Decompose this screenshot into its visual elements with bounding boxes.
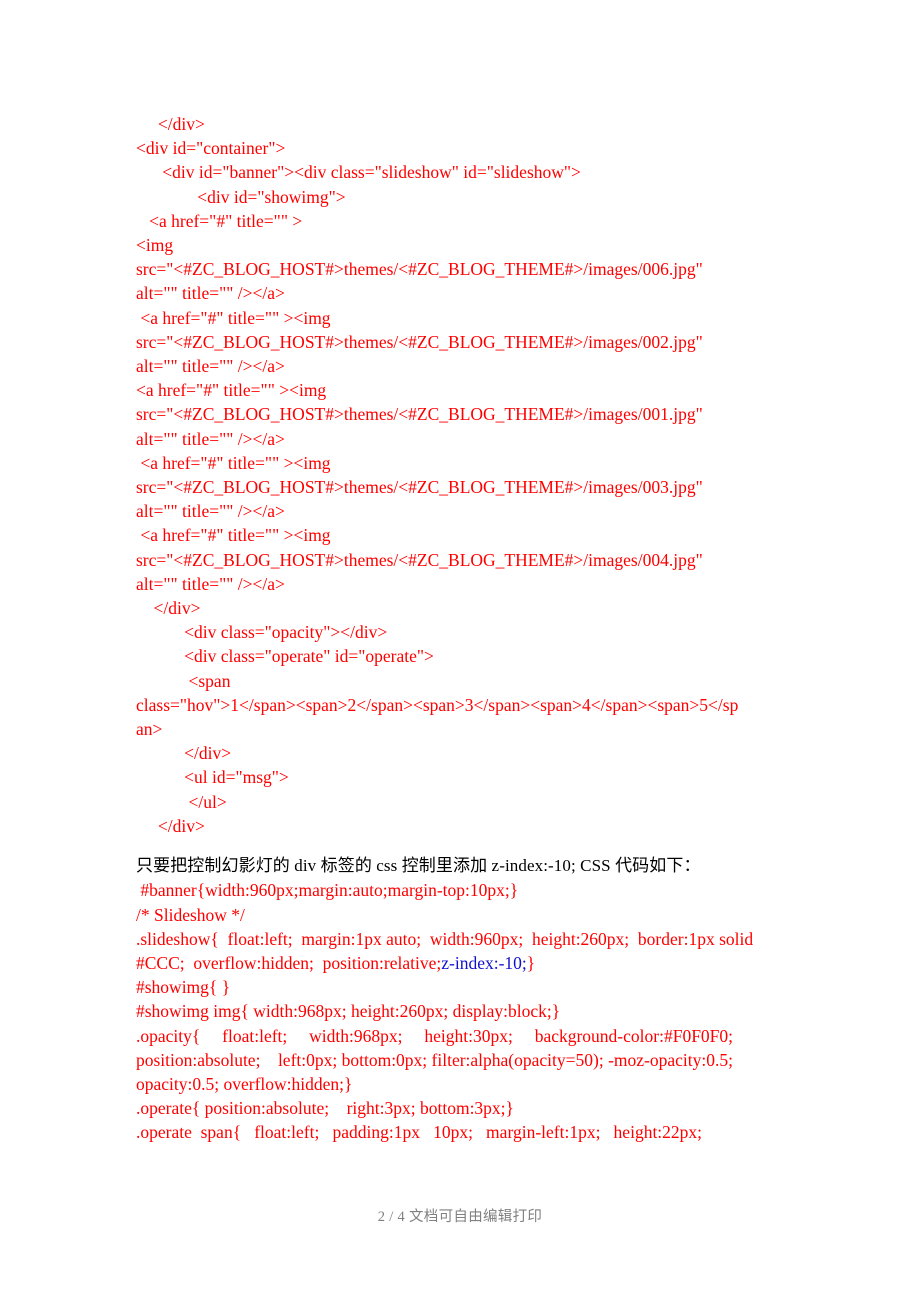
code-line: <div id="container">: [136, 138, 286, 159]
document-body: </div> <div id="container"> <div id="ban…: [136, 112, 784, 1145]
code-line: <a href="#" title="" ><img: [136, 307, 331, 328]
css-line-opacity-3: opacity:0.5; overflow:hidden;}: [136, 1073, 353, 1094]
css-line-operate: .operate{ position:absolute; right:3px; …: [136, 1098, 514, 1119]
code-line: </div>: [136, 743, 232, 764]
code-line: src="<#ZC_BLOG_HOST#>themes/<#ZC_BLOG_TH…: [136, 331, 703, 352]
code-line: alt="" title="" /></a>: [136, 501, 285, 522]
code-block-css: #banner{width:960px;margin:auto;margin-t…: [136, 878, 784, 1144]
page-footer: 2 / 4 文档可自由编辑打印: [377, 1209, 543, 1225]
code-line: </div>: [136, 114, 205, 134]
code-line: <a href="#" title="" ><img: [136, 380, 327, 401]
css-text-tail: }: [526, 952, 536, 973]
code-line: class="hov">1</span><span>2</span><span>…: [136, 694, 739, 715]
code-line: alt="" title="" /></a>: [136, 283, 285, 304]
code-line: src="<#ZC_BLOG_HOST#>themes/<#ZC_BLOG_TH…: [136, 477, 703, 498]
code-block-html: </div> <div id="container"> <div id="ban…: [136, 112, 784, 838]
code-line: alt="" title="" /></a>: [136, 428, 285, 449]
css-text: #CCC; overflow:hidden; position:relative…: [136, 952, 442, 973]
code-line: <a href="#" title="" >: [136, 210, 303, 231]
code-line: <span: [136, 670, 231, 691]
code-line: <div id="banner"><div class="slideshow" …: [136, 162, 581, 183]
code-line: an>: [136, 719, 163, 740]
code-line: </div>: [136, 598, 201, 619]
css-line-showimg: #showimg{ }: [136, 977, 231, 998]
css-line-slideshow-2: #CCC; overflow:hidden; position:relative…: [136, 951, 784, 975]
code-line: </div>: [136, 815, 205, 836]
code-line: <div class="opacity"></div>: [136, 622, 388, 643]
css-line-operate-span: .operate span{ float:left; padding:1px 1…: [136, 1122, 703, 1143]
code-line: src="<#ZC_BLOG_HOST#>themes/<#ZC_BLOG_TH…: [136, 259, 703, 280]
code-line: alt="" title="" /></a>: [136, 573, 285, 594]
css-line-comment: /* Slideshow */: [136, 904, 245, 925]
paragraph-text: 只要把控制幻影灯的 div 标签的 css 控制里添加 z-index:-10;…: [136, 856, 701, 876]
css-line-slideshow-1: .slideshow{ float:left; margin:1px auto;…: [136, 928, 754, 949]
code-line: <a href="#" title="" ><img: [136, 452, 331, 473]
code-line: <div id="showimg">: [136, 186, 346, 207]
code-line: </ul>: [136, 791, 227, 812]
css-line-showimg-img: #showimg img{ width:968px; height:260px;…: [136, 1001, 561, 1022]
code-line: <img: [136, 235, 174, 256]
css-line-opacity-2: position:absolute; left:0px; bottom:0px;…: [136, 1049, 733, 1070]
code-line: <ul id="msg">: [136, 767, 289, 788]
code-line: alt="" title="" /></a>: [136, 356, 285, 377]
css-zindex-highlight: z-index:-10;: [441, 952, 527, 973]
code-line: src="<#ZC_BLOG_HOST#>themes/<#ZC_BLOG_TH…: [136, 549, 703, 570]
document-page: </div> <div id="container"> <div id="ban…: [0, 0, 920, 1302]
code-line: <a href="#" title="" ><img: [136, 525, 331, 546]
css-line-opacity-1: .opacity{ float:left; width:968px; heigh…: [136, 1025, 734, 1046]
code-line: src="<#ZC_BLOG_HOST#>themes/<#ZC_BLOG_TH…: [136, 404, 703, 425]
css-line-banner: #banner{width:960px;margin:auto;margin-t…: [136, 880, 519, 901]
code-line: <div class="operate" id="operate">: [136, 646, 434, 667]
